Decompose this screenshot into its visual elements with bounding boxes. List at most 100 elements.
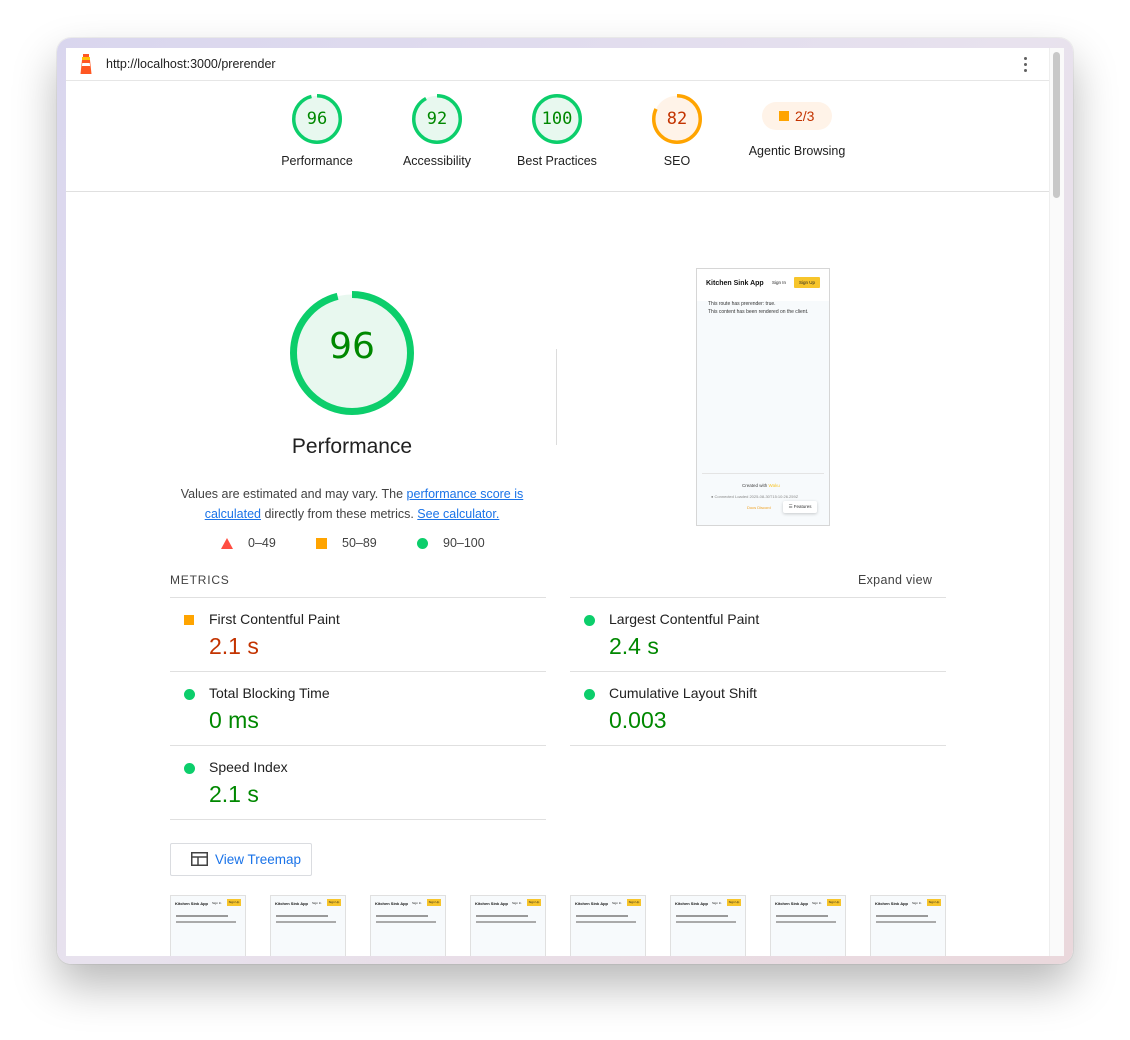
metric-name: Largest Contentful Paint xyxy=(609,611,760,627)
frame-app-title: Kitchen Sink App xyxy=(475,901,508,906)
screenshot-line-1: This route has prerender: true. xyxy=(708,301,776,307)
frame-sign-in: Sign In xyxy=(612,901,622,905)
filmstrip-frame: Kitchen Sink App Sign In Sign Up xyxy=(170,895,246,956)
frame-sign-in: Sign In xyxy=(212,901,222,905)
frame-app-title: Kitchen Sink App xyxy=(275,901,308,906)
summary-score: 92 xyxy=(426,109,448,129)
triangle-fail-icon xyxy=(221,538,233,549)
performance-description: Values are estimated and may vary. The p… xyxy=(180,487,524,521)
metric-name: Total Blocking Time xyxy=(209,685,330,701)
circle-pass-icon xyxy=(584,615,595,626)
frame-text-line xyxy=(776,921,836,923)
summary-gauge-performance[interactable]: 96 Performance xyxy=(257,94,377,168)
summary-gauge-seo[interactable]: 82 SEO xyxy=(617,94,737,168)
frame-text-line xyxy=(476,921,536,923)
frame-sign-up: Sign Up xyxy=(827,899,841,906)
frame-sign-up: Sign Up xyxy=(627,899,641,906)
frame-sign-up: Sign Up xyxy=(927,899,941,906)
filmstrip-frame: Kitchen Sink App Sign In Sign Up xyxy=(470,895,546,956)
frame-text-line xyxy=(176,921,236,923)
metric-value: 0 ms xyxy=(209,707,259,733)
square-average-icon xyxy=(316,538,327,549)
summary-gauge-best-practices[interactable]: 100 Best Practices xyxy=(497,94,617,168)
frame-text-line xyxy=(876,921,936,923)
frame-text-line xyxy=(276,915,328,917)
frame-text-line xyxy=(476,915,528,917)
screenshot-sign-in: Sign In xyxy=(772,280,787,285)
report-topbar: http://localhost:3000/prerender xyxy=(66,48,1064,81)
frame-app-title: Kitchen Sink App xyxy=(675,901,708,906)
summary-gauge-agentic-browsing[interactable]: 2/3 Agentic Browsing xyxy=(737,94,857,158)
report-url: http://localhost:3000/prerender xyxy=(106,57,276,71)
frame-text-line xyxy=(176,915,228,917)
scrollbar-thumb[interactable] xyxy=(1053,52,1060,198)
frame-text-line xyxy=(376,921,436,923)
frame-sign-in: Sign In xyxy=(512,901,522,905)
metric-speed-index: Speed Index 2.1 s xyxy=(170,745,546,819)
metric-name: Cumulative Layout Shift xyxy=(609,685,757,701)
screenshot-app-title: Kitchen Sink App xyxy=(706,280,764,287)
frame-text-line xyxy=(676,921,736,923)
frame-sign-up: Sign Up xyxy=(527,899,541,906)
final-screenshot[interactable]: Kitchen Sink App Sign In Sign Up This ro… xyxy=(696,268,830,526)
expand-view-toggle[interactable]: Expand view xyxy=(858,573,932,587)
screenshot-features-button: ☰ Features xyxy=(783,501,817,513)
performance-title: Performance xyxy=(291,435,413,458)
view-treemap-label: View Treemap xyxy=(215,852,302,867)
frame-text-line xyxy=(376,915,428,917)
summary-gauge-accessibility[interactable]: 92 Accessibility xyxy=(377,94,497,168)
circle-pass-icon xyxy=(184,763,195,774)
frame-text-line xyxy=(676,915,728,917)
screenshot-sign-up: Sign Up xyxy=(794,277,820,288)
filmstrip-frame: Kitchen Sink App Sign In Sign Up xyxy=(570,895,646,956)
view-treemap-button[interactable]: View Treemap xyxy=(170,843,312,876)
frame-text-line xyxy=(576,921,636,923)
metric-value: 2.1 s xyxy=(209,781,259,807)
metric-total-blocking-time: Total Blocking Time 0 ms xyxy=(170,671,546,745)
section-divider xyxy=(556,349,557,445)
metric-largest-contentful-paint: Largest Contentful Paint 2.4 s xyxy=(570,597,946,671)
summary-label: Performance xyxy=(281,154,353,168)
scrollbar[interactable] xyxy=(1049,48,1064,956)
frame-text-line xyxy=(576,915,628,917)
square-average-icon xyxy=(184,615,194,625)
frame-app-title: Kitchen Sink App xyxy=(175,901,208,906)
summary-label: Agentic Browsing xyxy=(748,144,846,158)
frame-text-line xyxy=(276,921,336,923)
summary-label: SEO xyxy=(663,154,691,168)
metric-value: 0.003 xyxy=(609,707,667,733)
frame-sign-in: Sign In xyxy=(912,901,922,905)
summary-score: 100 xyxy=(541,109,573,129)
filmstrip-frame: Kitchen Sink App Sign In Sign Up xyxy=(870,895,946,956)
metric-first-contentful-paint: First Contentful Paint 2.1 s xyxy=(170,597,546,671)
frame-sign-up: Sign Up xyxy=(427,899,441,906)
frame-app-title: Kitchen Sink App xyxy=(575,901,608,906)
fraction-value: 2/3 xyxy=(795,108,815,124)
summary-label: Accessibility xyxy=(402,154,472,168)
summary-label: Best Practices xyxy=(517,154,597,168)
performance-score: 96 xyxy=(329,326,375,367)
metric-value: 2.1 s xyxy=(209,633,259,659)
circle-pass-icon xyxy=(417,538,428,549)
metric-name: First Contentful Paint xyxy=(209,611,340,627)
circle-pass-icon xyxy=(184,689,195,700)
frame-text-line xyxy=(876,915,928,917)
see-calculator-link[interactable]: See calculator. xyxy=(417,507,499,521)
screenshot-line-2: This content has been rendered on the cl… xyxy=(708,309,809,315)
metric-divider xyxy=(170,819,546,820)
frame-sign-up: Sign Up xyxy=(727,899,741,906)
frame-sign-in: Sign In xyxy=(812,901,822,905)
metrics-header: METRICS xyxy=(170,573,230,587)
metric-cumulative-layout-shift: Cumulative Layout Shift 0.003 xyxy=(570,671,946,745)
frame-sign-in: Sign In xyxy=(312,901,322,905)
fraction-badge: 2/3 xyxy=(762,102,832,130)
frame-app-title: Kitchen Sink App xyxy=(375,901,408,906)
filmstrip-frame: Kitchen Sink App Sign In Sign Up xyxy=(670,895,746,956)
frame-sign-up: Sign Up xyxy=(327,899,341,906)
metric-name: Speed Index xyxy=(209,759,288,775)
filmstrip-frame: Kitchen Sink App Sign In Sign Up xyxy=(270,895,346,956)
more-options-icon[interactable] xyxy=(1020,55,1030,73)
treemap-icon xyxy=(191,852,208,866)
screenshot-created-with: Created with Waku xyxy=(742,483,780,488)
frame-app-title: Kitchen Sink App xyxy=(875,901,908,906)
